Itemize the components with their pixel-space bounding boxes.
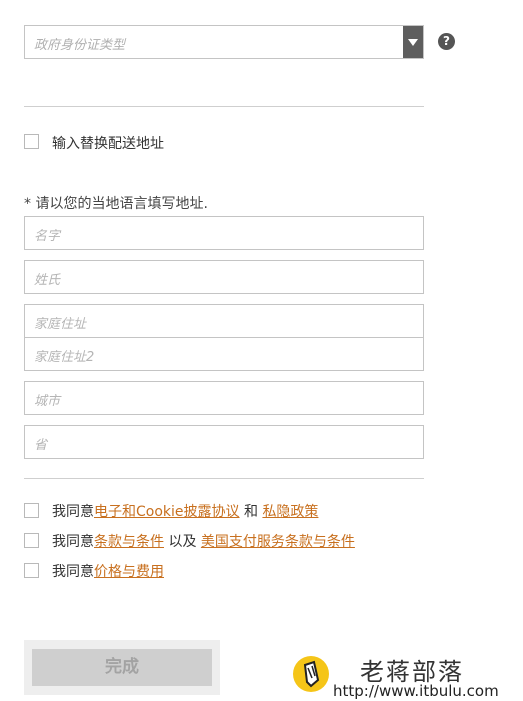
- address1-placeholder: 家庭住址: [34, 317, 87, 332]
- id-type-select[interactable]: 政府身份证类型: [24, 25, 424, 59]
- divider: [24, 106, 424, 107]
- help-icon[interactable]: ?: [438, 33, 455, 50]
- last-name-field[interactable]: 姓氏: [24, 260, 424, 294]
- alt-address-label: 输入替换配送地址: [52, 136, 164, 152]
- chevron-down-icon[interactable]: [403, 26, 423, 58]
- province-placeholder: 省: [34, 438, 48, 453]
- local-language-note: * 请以您的当地语言填写地址.: [24, 196, 208, 212]
- divider: [24, 478, 424, 479]
- agree-text: 以及: [164, 534, 201, 550]
- last-name-placeholder: 姓氏: [34, 273, 61, 288]
- alt-address-checkbox[interactable]: [24, 134, 39, 149]
- submit-button[interactable]: 完成: [32, 649, 212, 686]
- submit-area: 完成: [24, 640, 220, 695]
- first-name-field[interactable]: 名字: [24, 216, 424, 250]
- id-type-placeholder: 政府身份证类型: [34, 38, 126, 53]
- privacy-policy-link[interactable]: 私隐政策: [262, 504, 318, 520]
- agree-cookie-label: 我同意电子和Cookie披露协议 和 私隐政策: [52, 501, 318, 521]
- price-fees-link[interactable]: 价格与费用: [94, 564, 164, 580]
- watermark-url: http://www.itbulu.com: [333, 682, 499, 700]
- agree-text: 我同意: [52, 504, 94, 520]
- address2-field[interactable]: 家庭住址2: [24, 337, 424, 371]
- cookie-disclosure-link[interactable]: 电子和Cookie披露协议: [94, 504, 240, 520]
- agree-fees-label: 我同意价格与费用: [52, 561, 164, 581]
- city-placeholder: 城市: [34, 394, 61, 409]
- address1-field[interactable]: 家庭住址: [24, 304, 424, 338]
- agree-fees-checkbox[interactable]: [24, 563, 39, 578]
- agree-terms-checkbox[interactable]: [24, 533, 39, 548]
- agree-text: 我同意: [52, 534, 94, 550]
- agree-cookie-checkbox[interactable]: [24, 503, 39, 518]
- address2-placeholder: 家庭住址2: [34, 350, 95, 365]
- watermark-logo-icon: [293, 656, 329, 692]
- us-payment-terms-link[interactable]: 美国支付服务条款与条件: [201, 534, 355, 550]
- agree-text: 和: [239, 504, 263, 520]
- terms-link[interactable]: 条款与条件: [94, 534, 164, 550]
- agree-text: 我同意: [52, 564, 94, 580]
- city-field[interactable]: 城市: [24, 381, 424, 415]
- agree-terms-label: 我同意条款与条件 以及 美国支付服务条款与条件: [52, 531, 355, 551]
- province-field[interactable]: 省: [24, 425, 424, 459]
- first-name-placeholder: 名字: [34, 229, 61, 244]
